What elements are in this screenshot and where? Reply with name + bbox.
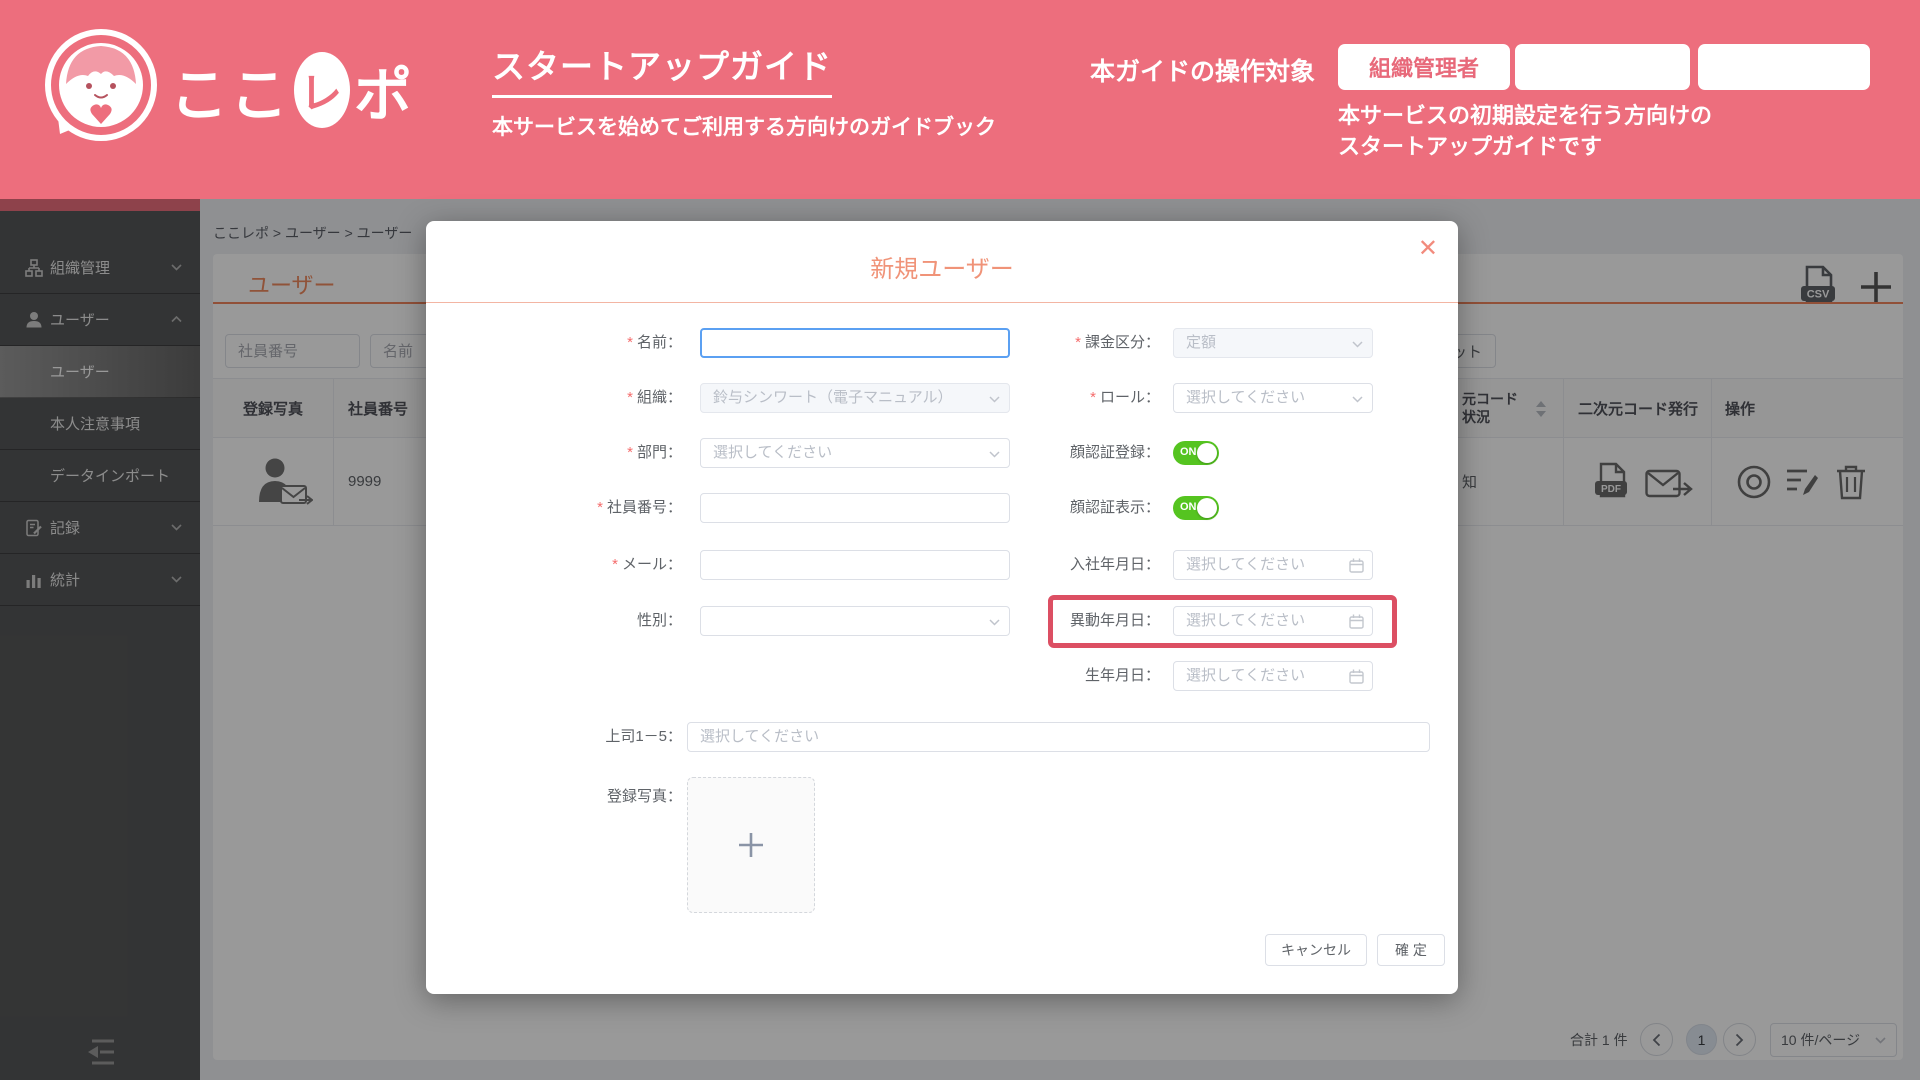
modal-title: 新規ユーザー bbox=[426, 249, 1458, 284]
screen: ここ レ ポ スタートアップガイド 本サービスを始めてご利用する方向けのガイドブ… bbox=[0, 0, 1920, 1080]
email-label: *メール： bbox=[486, 550, 682, 580]
calendar-icon bbox=[1349, 614, 1364, 629]
guide-description-line1: 本サービスの初期設定を行う方向けの bbox=[1338, 100, 1712, 131]
transfer-date-picker[interactable]: 選択してください bbox=[1173, 606, 1373, 636]
name-label: *名前： bbox=[486, 328, 682, 358]
supervisor-select[interactable]: 選択してください bbox=[687, 722, 1430, 752]
logo-text-2: ポ bbox=[354, 48, 414, 132]
transfer-date-label: 異動年月日： bbox=[956, 606, 1160, 636]
dept-label: *部門： bbox=[486, 438, 682, 468]
chevron-down-icon bbox=[1352, 396, 1363, 403]
face-register-label: 顔認証登録： bbox=[956, 438, 1160, 468]
kokorepo-mascot-icon bbox=[44, 28, 158, 142]
plus-icon bbox=[736, 830, 766, 860]
photo-upload-box[interactable] bbox=[687, 777, 815, 913]
role-label: *ロール： bbox=[956, 383, 1160, 413]
logo-text-1: ここ bbox=[170, 48, 290, 132]
modal-title-divider bbox=[426, 302, 1458, 303]
cancel-button[interactable]: キャンセル bbox=[1265, 934, 1367, 966]
billing-select[interactable]: 定額 bbox=[1173, 328, 1373, 358]
confirm-button[interactable]: 確 定 bbox=[1377, 934, 1445, 966]
calendar-icon bbox=[1349, 558, 1364, 573]
logo-pill: レ bbox=[294, 52, 350, 128]
face-display-label: 顔認証表示： bbox=[956, 493, 1160, 523]
audience-button-3[interactable] bbox=[1698, 44, 1870, 90]
join-date-label: 入社年月日： bbox=[956, 550, 1160, 580]
calendar-icon bbox=[1349, 669, 1364, 684]
chevron-down-icon bbox=[1352, 341, 1363, 348]
toggle-knob bbox=[1197, 443, 1217, 463]
org-label: *組織： bbox=[486, 383, 682, 413]
face-register-toggle[interactable]: ON bbox=[1173, 441, 1219, 465]
role-select[interactable]: 選択してください bbox=[1173, 383, 1373, 413]
birth-date-picker[interactable]: 選択してください bbox=[1173, 661, 1373, 691]
birth-date-label: 生年月日： bbox=[956, 661, 1160, 691]
audience-label: 本ガイドの操作対象 bbox=[1090, 52, 1315, 88]
supervisor-label: 上司1－5： bbox=[486, 722, 682, 752]
gender-label: 性別： bbox=[486, 606, 682, 636]
guide-header: ここ レ ポ スタートアップガイド 本サービスを始めてご利用する方向けのガイドブ… bbox=[0, 0, 1920, 199]
new-user-modal: ✕ 新規ユーザー *名前： *課金区分： 定額 *組織： 鈴与シンワート（電子マ… bbox=[426, 221, 1458, 994]
billing-label: *課金区分： bbox=[956, 328, 1160, 358]
face-display-toggle[interactable]: ON bbox=[1173, 496, 1219, 520]
app-logo: ここ レ ポ bbox=[170, 48, 414, 132]
audience-button-2[interactable] bbox=[1515, 44, 1690, 90]
guide-description-line2: スタートアップガイドです bbox=[1338, 131, 1712, 162]
guide-description: 本サービスの初期設定を行う方向けの スタートアップガイドです bbox=[1338, 100, 1712, 162]
join-date-picker[interactable]: 選択してください bbox=[1173, 550, 1373, 580]
employee-no-label: *社員番号： bbox=[486, 493, 682, 523]
guide-title: スタートアップガイド bbox=[492, 40, 832, 98]
photo-label: 登録写真： bbox=[486, 782, 682, 812]
audience-button-org-admin[interactable]: 組織管理者 bbox=[1338, 44, 1510, 90]
guide-subtitle: 本サービスを始めてご利用する方向けのガイドブック bbox=[492, 111, 996, 141]
toggle-knob bbox=[1197, 498, 1217, 518]
